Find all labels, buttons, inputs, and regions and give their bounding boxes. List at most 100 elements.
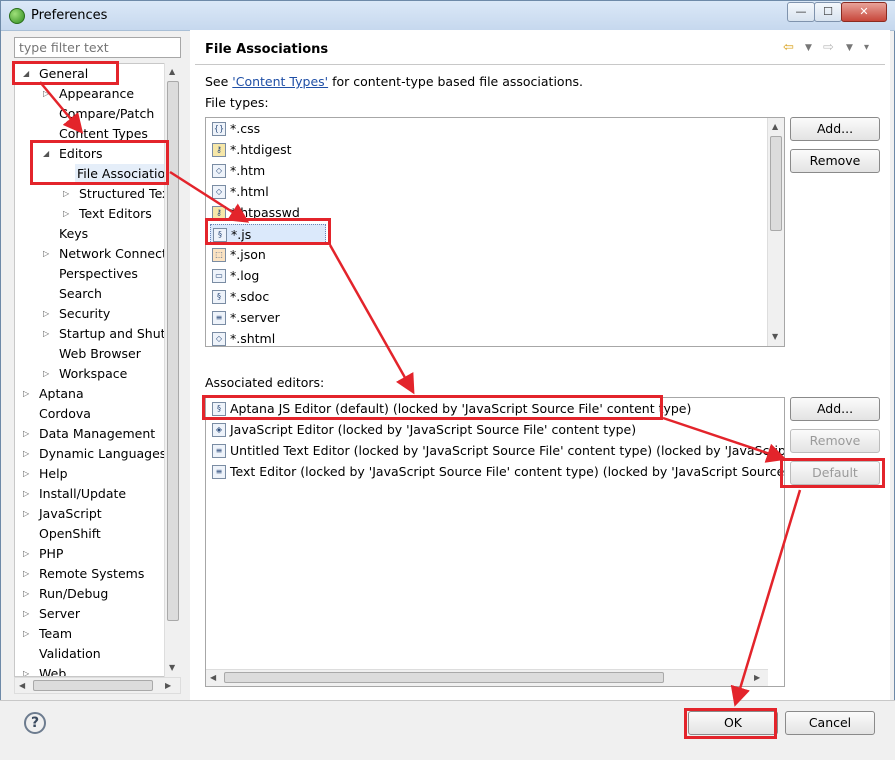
collapsed-arrow-icon[interactable]: ▷ [43,364,49,384]
minimize-button[interactable]: — [787,2,815,22]
tree-item-web-browser[interactable]: Web Browser [59,344,141,364]
scroll-up-icon[interactable]: ▲ [169,67,175,76]
list-item[interactable]: ◇ *.html [210,182,269,202]
scroll-thumb[interactable] [224,672,664,683]
tree-item-install-update[interactable]: ▷ Install/Update [23,484,126,504]
collapsed-arrow-icon[interactable]: ▷ [63,184,69,204]
tree-item-structured-text[interactable]: ▷ Structured Text [63,184,174,204]
help-icon[interactable]: ? [24,712,46,734]
expanded-arrow-icon[interactable]: ◢ [23,64,29,84]
scroll-left-icon[interactable]: ◀ [210,673,216,682]
list-item-aptana-js-editor[interactable]: § Aptana JS Editor (default) (locked by '… [210,399,691,419]
page-menu-icon[interactable]: ▾ [864,42,869,53]
remove-editor-button[interactable]: Remove [790,429,880,453]
tree-item-keys[interactable]: Keys [59,224,88,244]
default-button[interactable]: Default [790,461,880,485]
scroll-thumb[interactable] [770,136,782,231]
collapsed-arrow-icon[interactable]: ▷ [23,604,29,624]
file-types-scrollbar[interactable]: ▲ ▼ [767,118,784,346]
remove-file-type-button[interactable]: Remove [790,149,880,173]
close-button[interactable]: ✕ [841,2,887,22]
collapsed-arrow-icon[interactable]: ▷ [23,384,29,404]
tree-item-file-associations[interactable]: File Associatio [75,164,168,184]
collapsed-arrow-icon[interactable]: ▷ [23,464,29,484]
list-item[interactable]: ≡ *.server [210,308,280,328]
list-item[interactable]: ≡ Text Editor (locked by 'JavaScript Sour… [210,462,784,482]
list-item[interactable]: ◇ *.htm [210,161,265,181]
collapsed-arrow-icon[interactable]: ▷ [43,84,49,104]
tree-item-web[interactable]: ▷ Web [23,664,66,676]
collapsed-arrow-icon[interactable]: ▷ [43,244,49,264]
collapsed-arrow-icon[interactable]: ▷ [23,624,29,644]
tree-item-security[interactable]: ▷ Security [43,304,110,324]
ok-button[interactable]: OK [688,711,778,735]
tree-item-help[interactable]: ▷ Help [23,464,68,484]
editors-horizontal-scrollbar[interactable]: ◀ ▶ [206,669,768,686]
collapsed-arrow-icon[interactable]: ▷ [43,324,49,344]
add-editor-button[interactable]: Add... [790,397,880,421]
list-item[interactable]: ⚷ *.htdigest [210,140,292,160]
tree-item-dynamic-languages[interactable]: ▷ Dynamic Languages [23,444,166,464]
tree-item-team[interactable]: ▷ Team [23,624,72,644]
back-icon[interactable]: ⇦ [783,40,794,55]
tree-item-startup[interactable]: ▷ Startup and Shutd [43,324,173,344]
content-types-link[interactable]: 'Content Types' [232,74,328,89]
tree-vertical-scrollbar[interactable]: ▲ ▼ [164,63,181,677]
collapsed-arrow-icon[interactable]: ▷ [23,484,29,504]
list-item[interactable]: ⚷ *.htpasswd [210,203,300,223]
view-menu-icon[interactable]: ▼ [846,43,853,53]
scroll-left-icon[interactable]: ◀ [19,681,25,690]
tree-item-compare-patch[interactable]: Compare/Patch [59,104,154,124]
maximize-button[interactable]: ☐ [814,2,842,22]
tree-item-perspectives[interactable]: Perspectives [59,264,138,284]
scroll-up-icon[interactable]: ▲ [772,122,778,131]
collapsed-arrow-icon[interactable]: ▷ [23,564,29,584]
file-types-list[interactable]: {} *.css ⚷ *.htdigest ◇ *.htm ◇ *.html ⚷ *.ht… [205,117,785,347]
scroll-thumb[interactable] [167,81,179,621]
collapsed-arrow-icon[interactable]: ▷ [23,584,29,604]
collapsed-arrow-icon[interactable]: ▷ [23,544,29,564]
scroll-right-icon[interactable]: ▶ [754,673,760,682]
tree-item-server[interactable]: ▷ Server [23,604,80,624]
forward-icon[interactable]: ⇨ [823,40,834,55]
list-item[interactable]: ⬚ *.json [210,245,266,265]
collapsed-arrow-icon[interactable]: ▷ [63,204,69,224]
tree-item-network[interactable]: ▷ Network Connectio [43,244,178,264]
list-item[interactable]: ▭ *.log [210,266,259,286]
tree-item-openshift[interactable]: OpenShift [39,524,101,544]
collapsed-arrow-icon[interactable]: ▷ [43,304,49,324]
filter-input[interactable] [14,37,181,58]
cancel-button[interactable]: Cancel [785,711,875,735]
tree-item-text-editors[interactable]: ▷ Text Editors [63,204,152,224]
tree-item-general[interactable]: ◢ General [23,64,88,84]
back-menu-icon[interactable]: ▼ [805,43,812,53]
list-item[interactable]: § *.sdoc [210,287,269,307]
collapsed-arrow-icon[interactable]: ▷ [23,664,29,676]
tree-item-editors[interactable]: ◢ Editors [43,144,103,164]
list-item[interactable]: ◇ *.shtml [210,329,275,346]
list-item[interactable]: ◈ JavaScript Editor (locked by 'JavaScrip… [210,420,636,440]
tree-item-content-types[interactable]: Content Types [59,124,148,144]
scroll-down-icon[interactable]: ▼ [772,332,778,341]
tree-item-validation[interactable]: Validation [39,644,101,664]
collapsed-arrow-icon[interactable]: ▷ [23,444,29,464]
list-item[interactable]: ≡ Untitled Text Editor (locked by 'JavaSc… [210,441,784,461]
tree-item-php[interactable]: ▷ PHP [23,544,63,564]
tree-item-javascript[interactable]: ▷ JavaScript [23,504,102,524]
tree-item-workspace[interactable]: ▷ Workspace [43,364,127,384]
collapsed-arrow-icon[interactable]: ▷ [23,424,29,444]
list-item-selected-js[interactable]: § *.js [210,224,326,244]
scroll-down-icon[interactable]: ▼ [169,663,175,672]
list-item[interactable]: {} *.css [210,119,260,139]
tree-horizontal-scrollbar[interactable]: ◀ ▶ [14,677,181,694]
expanded-arrow-icon[interactable]: ◢ [43,144,49,164]
scroll-thumb[interactable] [33,680,153,691]
scroll-right-icon[interactable]: ▶ [165,681,171,690]
collapsed-arrow-icon[interactable]: ▷ [23,504,29,524]
tree-item-appearance[interactable]: ▷ Appearance [43,84,134,104]
add-file-type-button[interactable]: Add... [790,117,880,141]
associated-editors-list[interactable]: § Aptana JS Editor (default) (locked by '… [205,397,785,687]
tree-item-search[interactable]: Search [59,284,102,304]
tree-item-data-management[interactable]: ▷ Data Management [23,424,155,444]
tree-item-run-debug[interactable]: ▷ Run/Debug [23,584,108,604]
